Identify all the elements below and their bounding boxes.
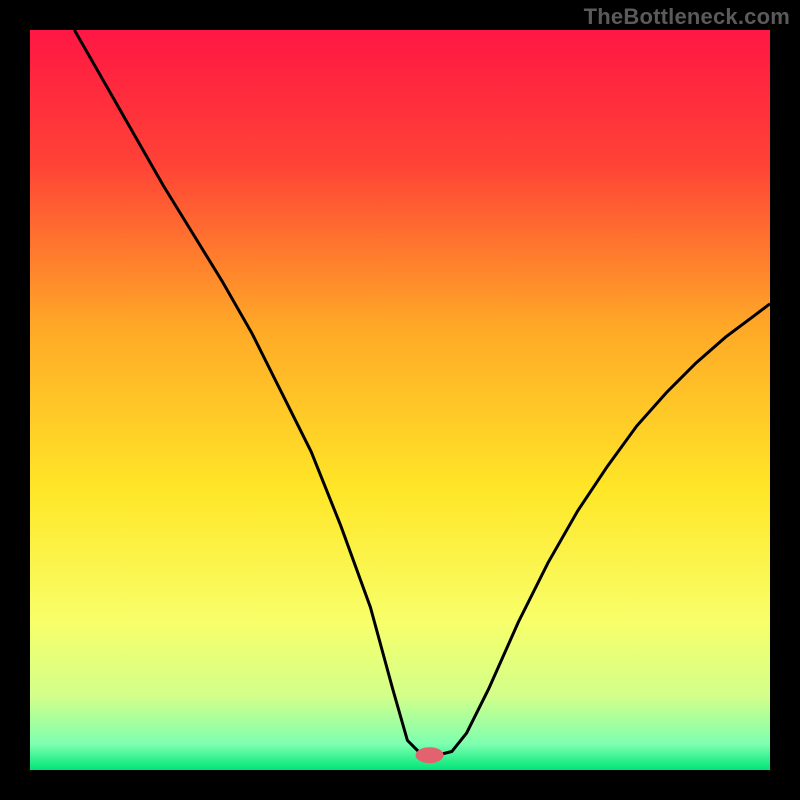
chart-plot-area [30,30,770,770]
chart-svg [30,30,770,770]
chart-frame: TheBottleneck.com [0,0,800,800]
optimum-marker [416,747,444,763]
watermark-text: TheBottleneck.com [584,4,790,30]
